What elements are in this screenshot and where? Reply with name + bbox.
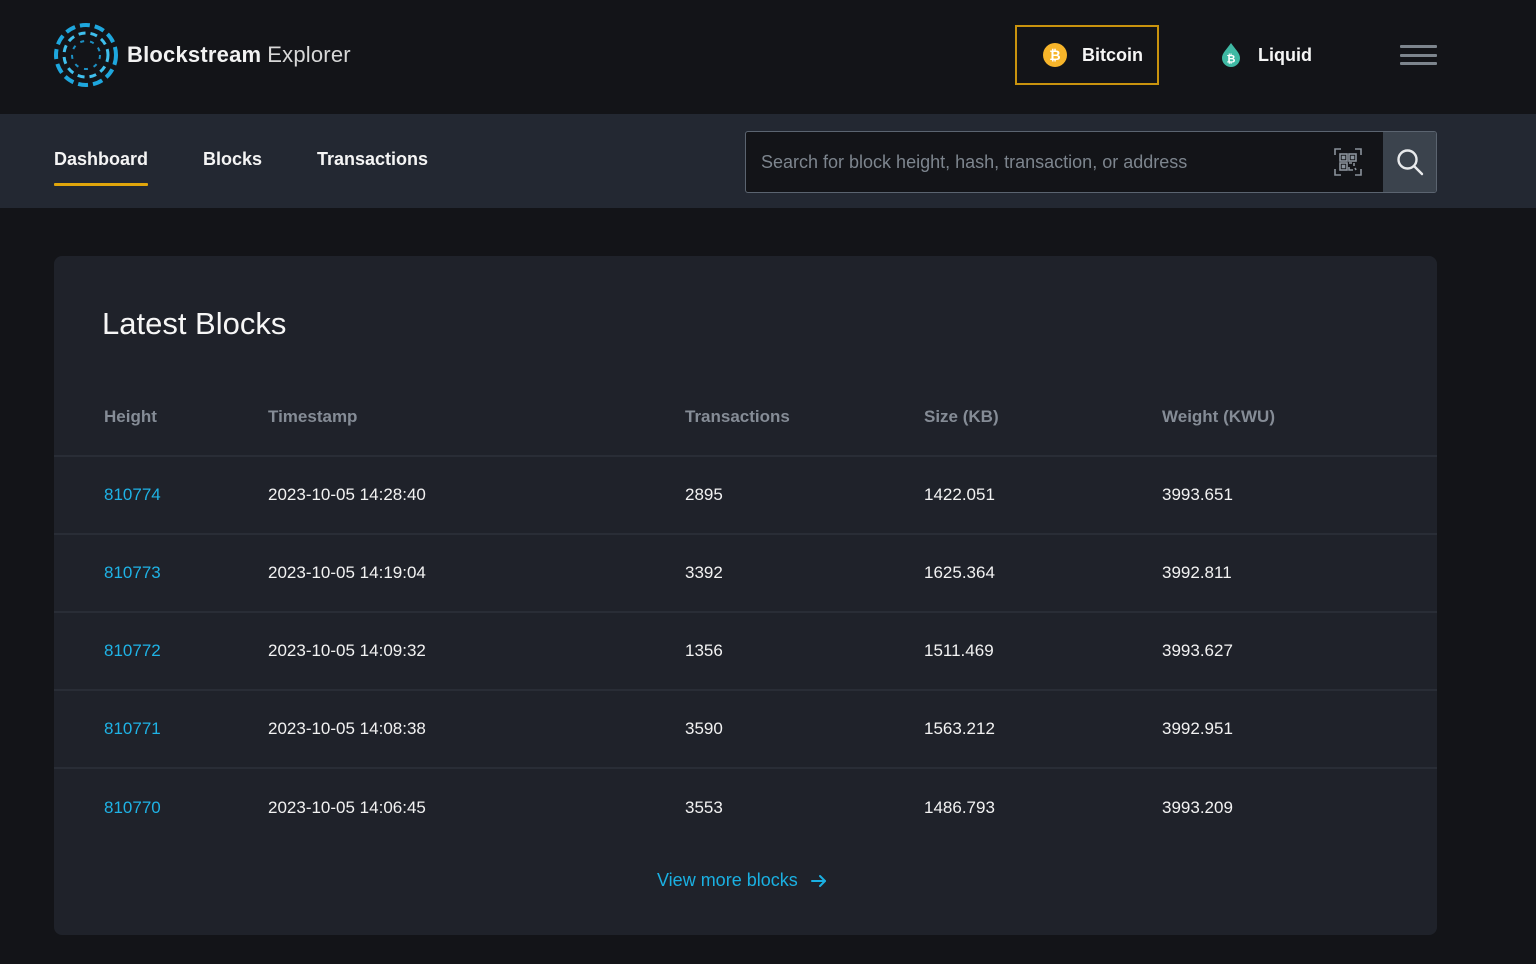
block-size: 1625.364 [924,563,995,582]
blocks-table: Height Timestamp Transactions Size (KB) … [54,378,1437,847]
block-transactions: 3553 [685,798,723,817]
network-liquid-label: Liquid [1258,44,1312,65]
block-transactions: 1356 [685,641,723,660]
block-transactions: 3392 [685,563,723,582]
block-weight: 3992.951 [1162,719,1233,738]
menu-button[interactable] [1400,45,1437,65]
search-input[interactable] [746,132,1313,192]
block-transactions: 2895 [685,485,723,504]
latest-blocks-title: Latest Blocks [102,306,287,341]
network-liquid-button[interactable]: ₿ Liquid [1216,25,1336,85]
column-header-timestamp: Timestamp [268,406,358,426]
block-height-link[interactable]: 810773 [104,535,161,611]
tab-transactions[interactable]: Transactions [317,149,428,187]
tab-blocks[interactable]: Blocks [203,149,262,187]
svg-text:₿: ₿ [1049,48,1060,64]
tab-dashboard[interactable]: Dashboard [54,149,149,187]
table-row[interactable]: 810772 2023-10-05 14:09:32 1356 1511.469… [54,613,1437,691]
block-size: 1563.212 [924,719,995,738]
block-timestamp: 2023-10-05 14:06:45 [268,798,426,817]
column-header-height: Height [104,406,157,426]
svg-text:₿: ₿ [1227,53,1236,66]
qr-scan-button[interactable] [1313,132,1383,192]
block-size: 1511.469 [924,641,994,660]
block-height-link[interactable]: 810772 [104,613,161,689]
qr-code-icon [1334,148,1362,176]
search-bar [745,131,1437,193]
block-size: 1486.793 [924,798,995,817]
block-weight: 3993.627 [1162,641,1233,660]
column-header-size: Size (KB) [924,406,999,426]
block-weight: 3992.811 [1162,563,1232,582]
table-row[interactable]: 810770 2023-10-05 14:06:45 3553 1486.793… [54,769,1437,847]
block-timestamp: 2023-10-05 14:28:40 [268,485,426,504]
arrow-right-icon [810,874,826,887]
logo-product: Explorer [267,42,351,67]
table-row[interactable]: 810774 2023-10-05 14:28:40 2895 1422.051… [54,457,1437,535]
hamburger-icon-line [1400,62,1437,65]
column-header-weight: Weight (KWU) [1162,406,1275,426]
logo[interactable]: Blockstream Explorer [53,22,351,88]
block-height-link[interactable]: 810771 [104,691,161,767]
bitcoin-icon: ₿ [1043,43,1067,67]
liquid-drop-icon: ₿ [1222,43,1240,67]
block-transactions: 3590 [685,719,723,738]
network-bitcoin-button[interactable]: ₿ Bitcoin [1015,25,1159,85]
table-row[interactable]: 810773 2023-10-05 14:19:04 3392 1625.364… [54,535,1437,613]
search-icon [1396,149,1423,176]
view-more-blocks-link[interactable]: View more blocks [657,870,828,891]
block-timestamp: 2023-10-05 14:08:38 [268,719,426,738]
view-more-blocks-label: View more blocks [657,870,798,890]
block-weight: 3993.209 [1162,798,1233,817]
block-height-link[interactable]: 810774 [104,457,161,533]
search-button[interactable] [1383,132,1436,192]
table-header: Height Timestamp Transactions Size (KB) … [54,378,1437,457]
block-timestamp: 2023-10-05 14:19:04 [268,563,426,582]
block-weight: 3993.651 [1162,485,1233,504]
hamburger-icon-line [1400,53,1437,57]
table-row[interactable]: 810771 2023-10-05 14:08:38 3590 1563.212… [54,691,1437,769]
logo-brand: Blockstream [127,42,262,67]
latest-blocks-card: Latest Blocks Height Timestamp Transacti… [54,256,1437,935]
top-bar: Blockstream Explorer ₿ Bitcoin ₿ Liquid [0,0,1536,114]
hamburger-icon-line [1400,45,1437,48]
block-timestamp: 2023-10-05 14:09:32 [268,641,426,660]
block-size: 1422.051 [924,485,995,504]
network-bitcoin-label: Bitcoin [1082,44,1143,65]
blockstream-logo-icon [54,23,118,87]
block-height-link[interactable]: 810770 [104,769,161,847]
column-header-transactions: Transactions [685,406,790,426]
